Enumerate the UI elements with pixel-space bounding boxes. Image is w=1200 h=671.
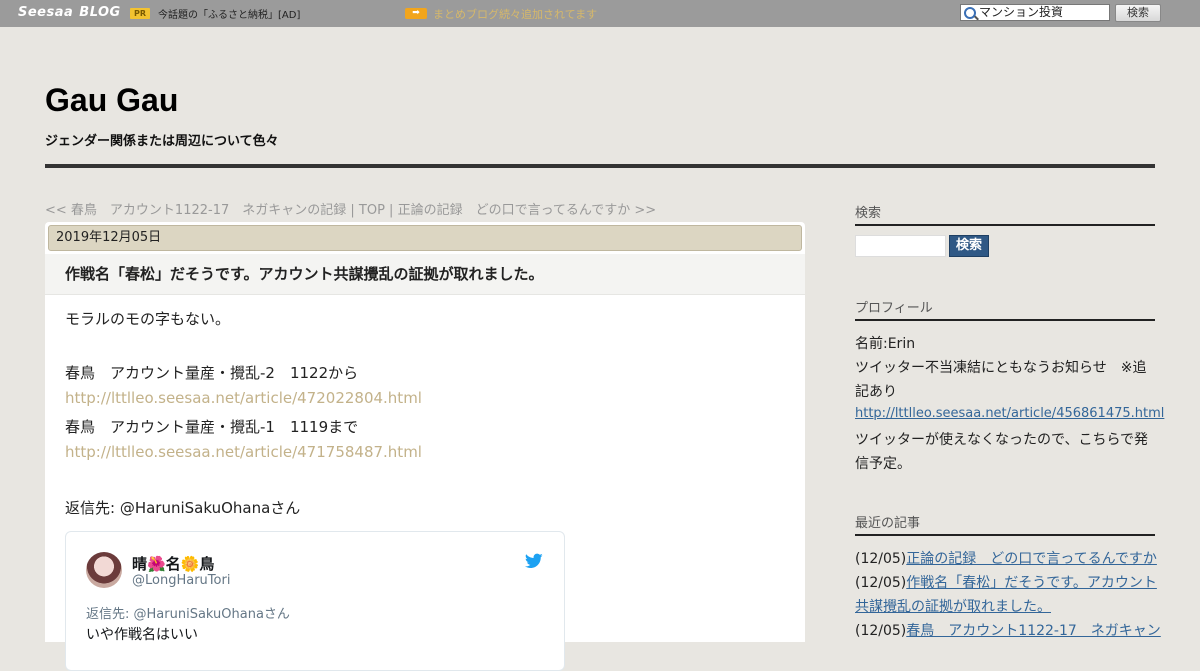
top-link[interactable]: TOP [359,203,385,218]
recent-date: (12/05) [855,575,907,591]
recent-link[interactable]: 共謀攪乱の証拠が取れました。 [855,599,1051,615]
top-search-input[interactable]: マンション投資 [960,4,1110,21]
sidebar-search-button[interactable]: 検索 [949,235,989,257]
profile-name: 名前:Erin [855,336,916,352]
profile-text: 記あり [855,384,897,400]
recent-link[interactable]: 作戦名「春松」だそうです。アカウント [906,575,1157,591]
recent-date: (12/05) [855,551,907,567]
notice-link[interactable]: まとめブログ続々追加されてます [433,6,597,22]
sidebar-search-input[interactable] [855,235,946,257]
top-bar: Seesaa BLOG PR 今話題の「ふるさと納税」[AD] ➡ まとめブログ続… [0,0,1200,27]
recent-date: (12/05) [855,623,907,639]
prev-article-link[interactable]: << 春鳥 アカウント1122-17 ネガキャンの記録 [45,203,346,218]
header-divider [45,164,1155,168]
article-title[interactable]: 作戦名「春松」だそうです。アカウント共謀攪乱の証拠が取れました。 [65,263,544,284]
profile-text: 信予定。 [855,456,911,472]
recent-item: (12/05)正論の記録 どの口で言ってるんですか [855,548,1157,568]
recent-item: (12/05)作戦名「春松」だそうです。アカウント [855,572,1157,592]
tweet-reply-to: 返信先: @HaruniSakuOhanaさん [86,607,290,622]
sidebar-search-heading: 検索 [855,202,1155,226]
article-title-bar: 作戦名「春松」だそうです。アカウント共謀攪乱の証拠が取れました。 [45,254,805,295]
top-search-value: マンション投資 [979,5,1064,19]
profile-link[interactable]: http://lttlleo.seesaa.net/article/456861… [855,406,1164,421]
article-date: 2019年12月05日 [48,225,802,251]
arrow-right-icon: ➡ [405,8,427,19]
profile-text: ツイッター不当凍結にともなうお知らせ ※追 [855,360,1147,376]
article: 2019年12月05日 作戦名「春松」だそうです。アカウント共謀攪乱の証拠が取れ… [45,222,805,671]
tweet-author-name[interactable]: 晴🌺名🌼鳥 [132,553,214,574]
brand-text: Seesaa [18,5,74,20]
sidebar-recent-heading: 最近の記事 [855,512,1155,536]
twitter-bird-icon[interactable] [525,553,543,569]
body-line: 返信先: @HaruniSakuOhanaさん [65,499,301,517]
tweet-author-handle[interactable]: @LongHaruTori [132,573,230,588]
pr-link[interactable]: 今話題の「ふるさと納税」[AD] [158,6,300,21]
sidebar-profile-heading: プロフィール [855,297,1155,321]
seesaa-logo[interactable]: Seesaa BLOG [18,5,121,20]
search-icon [964,7,976,19]
recent-item: 共謀攪乱の証拠が取れました。 [855,596,1051,616]
site-title[interactable]: Gau Gau [45,82,178,119]
avatar[interactable] [86,552,122,588]
brand-sub-text: BLOG [79,5,121,20]
body-link[interactable]: http://lttlleo.seesaa.net/article/471758… [65,443,422,461]
tweet-body: いや作戦名はいい [86,627,198,643]
recent-item: (12/05)春鳥 アカウント1122-17 ネガキャン [855,620,1161,640]
nav-separator: | [384,203,398,218]
site-description: ジェンダー関係または周辺について色々 [45,134,279,149]
top-search-button[interactable]: 検索 [1115,4,1161,22]
body-line: 春鳥 アカウント量産・攪乱-2 1122から [65,364,359,382]
body-link[interactable]: http://lttlleo.seesaa.net/article/472022… [65,389,422,407]
body-line: 春鳥 アカウント量産・攪乱-1 1119まで [65,418,359,436]
next-article-link[interactable]: 正論の記録 どの口で言ってるんですか >> [398,203,657,218]
nav-separator: | [346,203,359,218]
embedded-tweet[interactable]: 晴🌺名🌼鳥 @LongHaruTori 返信先: @HaruniSakuOhan… [65,531,565,671]
article-nav: << 春鳥 アカウント1122-17 ネガキャンの記録 | TOP | 正論の記… [45,199,656,218]
body-line: モラルのモの字もない。 [65,310,231,328]
recent-link[interactable]: 正論の記録 どの口で言ってるんですか [906,551,1157,567]
pr-badge: PR [130,8,150,19]
recent-link[interactable]: 春鳥 アカウント1122-17 ネガキャン [906,623,1161,639]
profile-text: ツイッターが使えなくなったので、こちらで発 [855,432,1149,448]
